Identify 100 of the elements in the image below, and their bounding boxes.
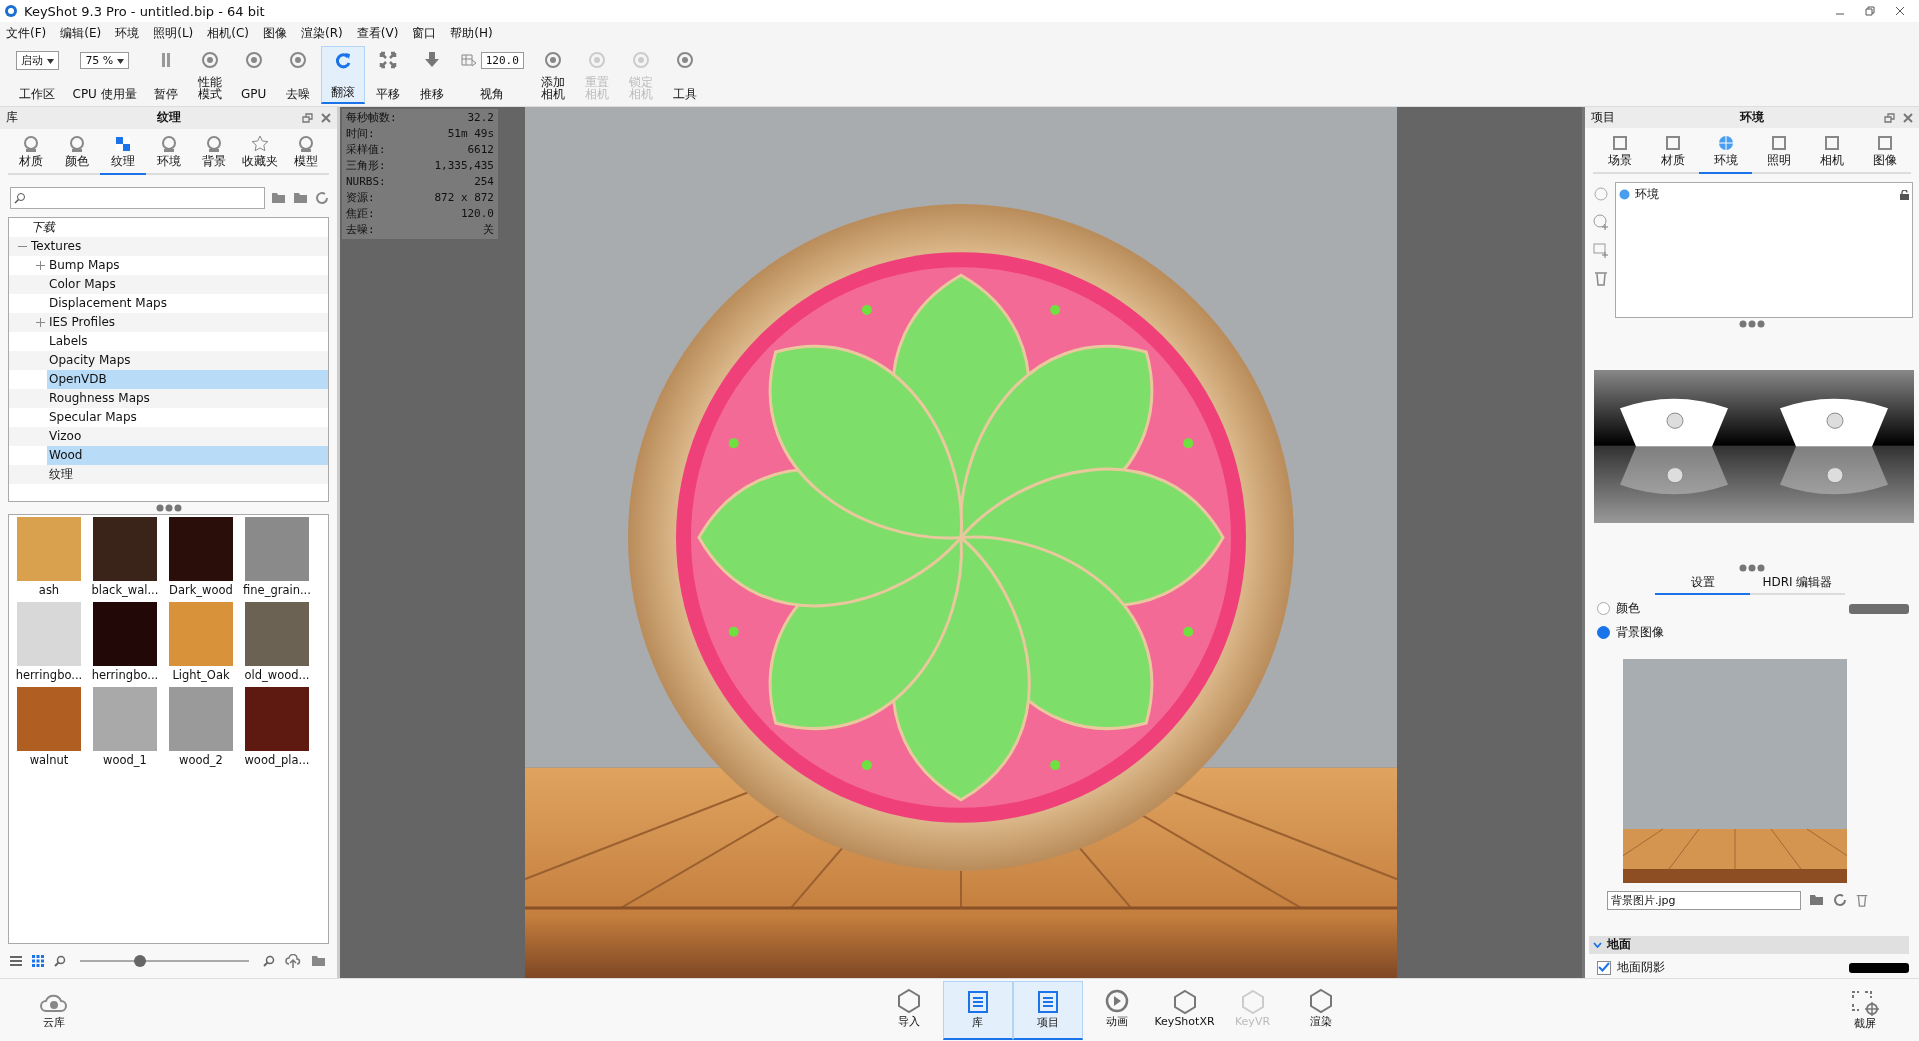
dropdown[interactable]: 启动 — [16, 50, 59, 70]
toolbar-button[interactable]: 性能模式 — [188, 46, 231, 104]
add-globe-icon[interactable] — [1593, 214, 1609, 231]
dropdown[interactable]: 75 % — [80, 51, 129, 69]
project-tab[interactable]: 相机 — [1805, 132, 1858, 175]
project-tab[interactable]: 场景 — [1593, 132, 1646, 175]
library-tab[interactable]: 环境 — [145, 132, 192, 175]
toolbar-button[interactable]: 工具 — [663, 46, 706, 104]
texture-thumbnail[interactable] — [93, 602, 157, 667]
library-tab[interactable]: 纹理 — [99, 132, 146, 175]
search-field[interactable] — [10, 186, 265, 209]
menu-item[interactable]: 渲染(R) — [301, 24, 343, 42]
color-swatch[interactable] — [1849, 963, 1909, 973]
color-swatch[interactable] — [1849, 604, 1909, 614]
texture-thumbnail[interactable] — [17, 602, 81, 667]
trash-icon[interactable] — [1855, 893, 1869, 908]
tree-item[interactable]: Textures — [9, 236, 328, 256]
texture-thumbnail[interactable] — [17, 517, 81, 582]
folder-icon[interactable] — [311, 954, 327, 968]
project-tab[interactable]: 照明 — [1752, 132, 1805, 175]
tree-item[interactable]: Color Maps — [9, 274, 328, 294]
menu-item[interactable]: 查看(V) — [356, 24, 399, 42]
toolbar-button[interactable]: 暂停 — [144, 46, 187, 104]
tree-item[interactable]: Bump Maps — [9, 255, 328, 275]
checkbox[interactable] — [1597, 961, 1611, 975]
refresh-icon[interactable] — [315, 190, 329, 205]
folder-icon[interactable] — [1809, 893, 1825, 908]
bottom-toolbar-button[interactable]: 库 — [942, 980, 1013, 1040]
list-view-icon[interactable] — [10, 955, 22, 967]
bottom-toolbar-button[interactable]: 动画 — [1082, 980, 1151, 1037]
tree-item[interactable]: Specular Maps — [9, 407, 328, 427]
texture-thumbnail[interactable] — [245, 517, 309, 582]
lock-icon[interactable] — [1900, 189, 1909, 200]
undock-icon[interactable] — [1884, 112, 1895, 123]
menu-item[interactable]: 图像 — [263, 24, 288, 42]
toolbar-button[interactable]: 推移 — [410, 46, 453, 104]
tree-item[interactable]: 下载 — [9, 217, 328, 237]
project-tab[interactable]: 环境 — [1699, 132, 1752, 175]
menu-item[interactable]: 编辑(E) — [60, 24, 102, 42]
texture-thumbnail[interactable] — [245, 687, 309, 752]
texture-thumbnail[interactable] — [169, 602, 233, 667]
environment-item[interactable]: 环境 — [1619, 186, 1909, 204]
tree-item[interactable]: IES Profiles — [9, 312, 328, 332]
close-icon[interactable] — [1903, 112, 1913, 123]
project-tab[interactable]: 材质 — [1646, 132, 1699, 175]
menu-item[interactable]: 帮助(H) — [450, 24, 493, 42]
toolbar-button[interactable]: GPU — [232, 46, 275, 104]
add-folder-icon[interactable] — [271, 190, 287, 205]
toolbar-button[interactable]: 去噪 — [276, 46, 319, 104]
toolbar-button[interactable]: 添加相机 — [531, 46, 574, 104]
library-tab[interactable]: 收藏夹 — [237, 132, 284, 175]
resize-handle-icon[interactable] — [155, 504, 182, 513]
radio-button[interactable] — [1597, 626, 1610, 640]
toolbar-button[interactable]: 翻滚 — [320, 46, 365, 104]
screenshot-button[interactable]: 截屏 — [1831, 982, 1899, 1038]
texture-thumbnail[interactable] — [169, 517, 233, 582]
menu-item[interactable]: 文件(F) — [6, 24, 47, 42]
bottom-toolbar-button[interactable]: 渲染 — [1286, 980, 1355, 1037]
menu-item[interactable]: 窗口 — [412, 24, 437, 42]
texture-thumbnail[interactable] — [245, 602, 309, 667]
resize-handle-icon[interactable] — [1739, 564, 1765, 573]
refresh-icon[interactable] — [1833, 893, 1847, 908]
import-folder-icon[interactable] — [293, 190, 309, 205]
tree-item[interactable]: Vizoo — [9, 426, 328, 446]
toolbar-button[interactable]: 120.0 视角 — [454, 46, 530, 104]
library-tab[interactable]: 材质 — [8, 132, 54, 175]
tree-item[interactable]: Roughness Maps — [9, 388, 328, 408]
menu-item[interactable]: 环境 — [115, 24, 140, 42]
settings-tab[interactable]: HDRI 编辑器 — [1750, 574, 1845, 595]
tree-item[interactable]: Labels — [9, 331, 328, 351]
texture-thumbnail[interactable] — [169, 687, 233, 752]
tree-item[interactable]: Displacement Maps — [9, 293, 328, 313]
toolbar-button[interactable]: 启动 工作区 — [10, 46, 65, 104]
expand-icon[interactable] — [35, 317, 45, 327]
texture-thumbnail[interactable] — [93, 687, 157, 752]
library-tab[interactable]: 颜色 — [53, 132, 100, 175]
tree-item[interactable]: Opacity Maps — [9, 350, 328, 370]
menu-item[interactable]: 相机(C) — [207, 24, 250, 42]
zoom-in-icon[interactable] — [263, 955, 275, 967]
bottom-toolbar-button[interactable]: 项目 — [1012, 980, 1083, 1040]
tree-item[interactable]: 纹理 — [9, 464, 328, 484]
bottom-toolbar-button[interactable]: KeyShotXR — [1150, 980, 1219, 1037]
grid-view-icon[interactable] — [32, 955, 44, 967]
cloud-library-button[interactable]: 云库 — [20, 982, 88, 1038]
file-name-field[interactable]: 背景图片.jpg — [1607, 891, 1801, 910]
close-icon[interactable] — [321, 112, 331, 123]
toolbar-button[interactable]: 75 % CPU 使用量 — [66, 46, 143, 104]
resize-handle-icon[interactable] — [1739, 319, 1765, 328]
settings-tab[interactable]: 设置 — [1655, 574, 1750, 595]
library-tab[interactable]: 背景 — [191, 132, 238, 175]
trash-icon[interactable] — [1593, 270, 1609, 287]
project-tab[interactable]: 图像 — [1858, 132, 1911, 175]
cloud-upload-icon[interactable] — [285, 954, 301, 968]
undock-icon[interactable] — [302, 112, 313, 123]
angle-input[interactable]: 120.0 — [480, 51, 524, 69]
zoom-out-icon[interactable] — [54, 955, 66, 967]
expand-icon[interactable] — [35, 260, 45, 270]
section-header[interactable]: 地面 — [1589, 936, 1909, 954]
texture-thumbnail[interactable] — [93, 517, 157, 582]
slider-thumb[interactable] — [134, 955, 147, 967]
